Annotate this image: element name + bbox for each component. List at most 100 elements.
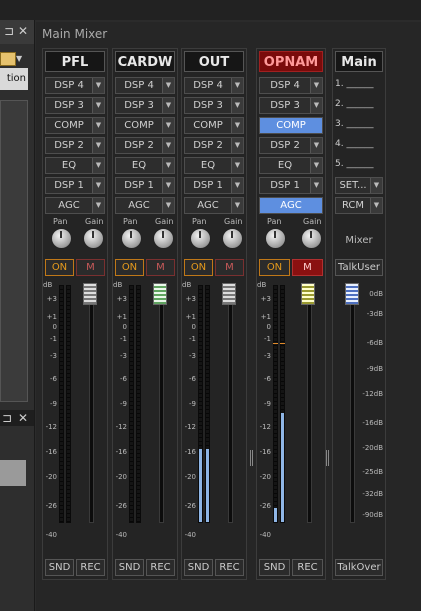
- talkuser-button[interactable]: TalkUser: [335, 259, 383, 276]
- pan-knob[interactable]: [51, 228, 72, 249]
- effect-slot[interactable]: DSP 1 ▼: [259, 177, 323, 194]
- effect-slot[interactable]: DSP 3 ▼: [115, 97, 175, 114]
- effect-slot[interactable]: DSP 3 ▼: [184, 97, 244, 114]
- effect-slot[interactable]: DSP 4 ▼: [115, 77, 175, 94]
- channel-name[interactable]: OPNAM: [259, 51, 323, 72]
- on-button[interactable]: ON: [45, 259, 74, 276]
- chevron-down-icon[interactable]: ▼: [162, 178, 174, 193]
- chevron-down-icon[interactable]: ▼: [310, 78, 322, 93]
- pan-knob[interactable]: [190, 228, 211, 249]
- on-button[interactable]: ON: [259, 259, 290, 276]
- chevron-down-icon[interactable]: ▼: [92, 178, 104, 193]
- effect-slot[interactable]: AGC▼: [115, 197, 175, 214]
- on-button[interactable]: ON: [115, 259, 144, 276]
- folder-icon[interactable]: [0, 52, 16, 66]
- chevron-down-icon[interactable]: ▼: [231, 198, 243, 213]
- effect-slot[interactable]: DSP 2 ▼: [259, 137, 323, 154]
- pin-icon[interactable]: ⊐: [2, 411, 12, 425]
- talkover-button[interactable]: TalkOver: [335, 559, 383, 576]
- effect-slot[interactable]: EQ ▼: [259, 157, 323, 174]
- mute-button[interactable]: M: [215, 259, 244, 276]
- rec-button[interactable]: REC: [215, 559, 244, 576]
- effect-slot[interactable]: DSP 3 ▼: [259, 97, 323, 114]
- effect-slot[interactable]: AGC▼: [259, 197, 323, 214]
- chevron-down-icon[interactable]: ▼: [231, 158, 243, 173]
- splitter-handle[interactable]: [250, 450, 254, 466]
- chevron-down-icon[interactable]: ▼: [162, 198, 174, 213]
- channel-name[interactable]: PFL: [45, 51, 105, 72]
- main-volume-fader[interactable]: [345, 283, 359, 305]
- effect-slot[interactable]: DSP 2 ▼: [184, 137, 244, 154]
- chevron-down-icon[interactable]: ▼: [310, 138, 322, 153]
- effect-slot[interactable]: DSP 4 ▼: [45, 77, 105, 94]
- pan-knob[interactable]: [265, 228, 286, 249]
- gain-knob[interactable]: [301, 228, 322, 249]
- chevron-down-icon[interactable]: ▼: [92, 118, 104, 133]
- chevron-down-icon[interactable]: ▼: [92, 198, 104, 213]
- rec-button[interactable]: REC: [146, 559, 175, 576]
- effect-slot[interactable]: DSP 4 ▼: [184, 77, 244, 94]
- close-icon[interactable]: ✕: [18, 24, 28, 38]
- mute-button[interactable]: M: [292, 259, 323, 276]
- volume-fader[interactable]: [153, 283, 167, 305]
- on-button[interactable]: ON: [184, 259, 213, 276]
- set-dropdown[interactable]: SET... ▼: [335, 177, 383, 194]
- effect-slot[interactable]: DSP 1 ▼: [45, 177, 105, 194]
- chevron-down-icon[interactable]: ▼: [231, 98, 243, 113]
- splitter-handle[interactable]: [326, 450, 330, 466]
- chevron-down-icon[interactable]: ▼: [310, 158, 322, 173]
- volume-fader[interactable]: [222, 283, 236, 305]
- chevron-down-icon[interactable]: ▼: [162, 98, 174, 113]
- mute-button[interactable]: M: [146, 259, 175, 276]
- chevron-down-icon[interactable]: ▼: [370, 198, 382, 213]
- left-panel-tab[interactable]: tion: [0, 68, 28, 90]
- chevron-down-icon[interactable]: ▼: [231, 78, 243, 93]
- effect-slot[interactable]: COMP▼: [259, 117, 323, 134]
- chevron-down-icon[interactable]: ▼: [231, 118, 243, 133]
- effect-slot[interactable]: DSP 2 ▼: [115, 137, 175, 154]
- pan-knob[interactable]: [121, 228, 142, 249]
- effect-slot[interactable]: DSP 2 ▼: [45, 137, 105, 154]
- chevron-down-icon[interactable]: ▼: [231, 178, 243, 193]
- rec-button[interactable]: REC: [292, 559, 323, 576]
- chevron-down-icon[interactable]: ▼: [16, 54, 22, 63]
- volume-fader[interactable]: [301, 283, 315, 305]
- channel-name[interactable]: OUT: [184, 51, 244, 72]
- chevron-down-icon[interactable]: ▼: [162, 138, 174, 153]
- chevron-down-icon[interactable]: ▼: [92, 98, 104, 113]
- effect-slot[interactable]: EQ ▼: [184, 157, 244, 174]
- chevron-down-icon[interactable]: ▼: [92, 78, 104, 93]
- effect-slot[interactable]: COMP▼: [184, 117, 244, 134]
- chevron-down-icon[interactable]: ▼: [370, 178, 382, 193]
- chevron-down-icon[interactable]: ▼: [162, 78, 174, 93]
- chevron-down-icon[interactable]: ▼: [310, 98, 322, 113]
- effect-slot[interactable]: EQ ▼: [115, 157, 175, 174]
- effect-slot[interactable]: DSP 3 ▼: [45, 97, 105, 114]
- channel-name[interactable]: Main: [335, 51, 383, 72]
- effect-slot[interactable]: EQ ▼: [45, 157, 105, 174]
- snd-button[interactable]: SND: [45, 559, 74, 576]
- effect-slot[interactable]: COMP▼: [115, 117, 175, 134]
- effect-slot[interactable]: COMP▼: [45, 117, 105, 134]
- effect-slot[interactable]: AGC▼: [184, 197, 244, 214]
- snd-button[interactable]: SND: [259, 559, 290, 576]
- chevron-down-icon[interactable]: ▼: [162, 118, 174, 133]
- chevron-down-icon[interactable]: ▼: [92, 158, 104, 173]
- effect-slot[interactable]: DSP 4 ▼: [259, 77, 323, 94]
- left-panel-item[interactable]: [0, 460, 26, 486]
- rec-button[interactable]: REC: [76, 559, 105, 576]
- gain-knob[interactable]: [83, 228, 104, 249]
- gain-knob[interactable]: [153, 228, 174, 249]
- effect-slot[interactable]: DSP 1 ▼: [184, 177, 244, 194]
- snd-button[interactable]: SND: [184, 559, 213, 576]
- close-icon[interactable]: ✕: [18, 411, 28, 425]
- chevron-down-icon[interactable]: ▼: [310, 178, 322, 193]
- mute-button[interactable]: M: [76, 259, 105, 276]
- chevron-down-icon[interactable]: ▼: [231, 138, 243, 153]
- effect-slot[interactable]: DSP 1 ▼: [115, 177, 175, 194]
- chevron-down-icon[interactable]: ▼: [162, 158, 174, 173]
- effect-slot[interactable]: AGC▼: [45, 197, 105, 214]
- gain-knob[interactable]: [222, 228, 243, 249]
- chevron-down-icon[interactable]: ▼: [92, 138, 104, 153]
- snd-button[interactable]: SND: [115, 559, 144, 576]
